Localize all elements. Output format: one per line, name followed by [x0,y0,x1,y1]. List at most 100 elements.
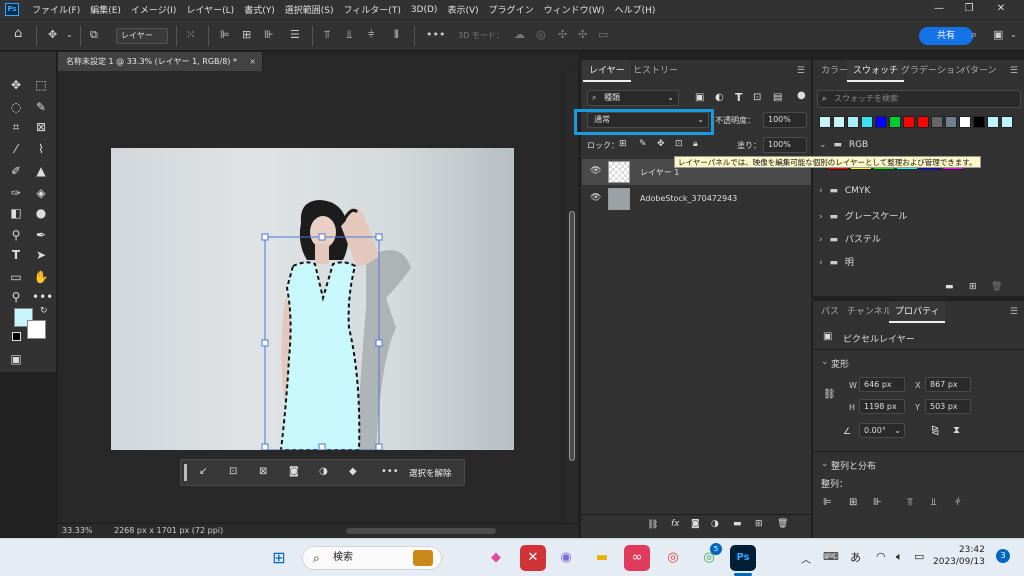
invert-selection-icon[interactable]: ⊠ [259,466,267,477]
menu-help[interactable]: ヘルプ(H) [610,3,661,16]
move-tool-icon[interactable]: ✥ [7,76,25,94]
zoom-level[interactable]: 33.33% [62,526,93,535]
menu-window[interactable]: ウィンドウ(W) [539,3,610,16]
more-tools-icon[interactable]: ••• [32,288,53,306]
lock-all-icon[interactable]: 🔒︎ [693,139,698,149]
eyedropper-tool-icon[interactable]: ⁄ [7,140,25,158]
swatch[interactable] [931,116,943,128]
swatch-group-light[interactable]: › ▬ 明 [819,255,854,268]
dodge-tool-icon[interactable]: ⚲ [7,226,25,244]
lock-artboard-icon[interactable]: ⊡ [675,139,683,149]
deselect-button[interactable]: 選択を解除 [409,467,452,479]
swatch[interactable] [861,116,873,128]
auto-select-icon[interactable]: ⧉ [90,28,98,42]
start-icon[interactable]: ⊞ [266,545,292,571]
search-icon[interactable]: ⌕ [971,28,977,42]
menu-image[interactable]: イメージ(I) [126,3,182,16]
y-field[interactable]: 503 px [925,399,971,414]
healing-brush-tool-icon[interactable]: ⌇ [32,140,50,158]
frame-tool-icon[interactable]: ⊠ [32,118,50,136]
align-center-icon[interactable]: ⊞ [242,28,251,41]
close-icon[interactable]: × [249,52,256,71]
menu-plugins[interactable]: プラグイン [484,3,539,16]
add-mask-icon[interactable]: ◙ [691,519,700,529]
link-icon[interactable]: ⛓ [823,389,836,400]
zoom-tool-icon[interactable]: ⚲ [7,288,25,306]
align-bottom-icon[interactable]: ⫩ [955,497,961,508]
menu-view[interactable]: 表示(V) [442,3,483,16]
share-button[interactable]: 共有 [919,27,973,45]
tab-layers[interactable]: レイヤー [583,60,631,82]
mask-icon[interactable]: ◙ [289,466,299,477]
transform-controls-icon[interactable]: ⁙ [186,28,195,41]
align-bottom-icon[interactable]: ⫩ [368,28,374,42]
select-subject-icon[interactable]: ↙ [199,466,207,477]
swatch[interactable] [973,116,985,128]
more-options-icon[interactable]: ••• [426,28,445,41]
taskbar-search[interactable]: ⌕ 検索 [302,546,442,570]
chevron-down-icon[interactable]: ⌄ [821,459,829,469]
swatch[interactable] [819,116,831,128]
canvas-image[interactable] [111,148,514,450]
new-group-icon[interactable]: ▬ [733,519,742,529]
x-field[interactable]: 867 px [925,377,971,392]
app-icon[interactable]: ◉ [553,545,579,571]
quick-select-tool-icon[interactable]: ✎ [32,98,50,116]
minimize-button[interactable]: — [924,0,954,19]
pen-tool-icon[interactable]: ✒ [32,226,50,244]
swatch[interactable] [875,116,887,128]
swatch[interactable] [945,116,957,128]
chrome-icon[interactable]: ◎ [660,545,686,571]
link-layers-icon[interactable]: ⛓ [647,520,658,530]
swatch-group-pastel[interactable]: › ▬ パステル [819,232,881,245]
notification-center-badge[interactable]: 3 [996,549,1010,563]
adjustment-icon[interactable]: ◑ [319,466,328,477]
align-top-icon[interactable]: ⫪ [324,28,330,42]
eraser-tool-icon[interactable]: ◈ [32,184,50,202]
swatch[interactable] [833,116,845,128]
auto-select-target-dropdown[interactable]: レイヤー [116,28,168,44]
menu-layer[interactable]: レイヤー(L) [181,3,239,16]
chevron-down-icon[interactable]: ⌄ [821,357,829,367]
swatch[interactable] [917,116,929,128]
menu-type[interactable]: 書式(Y) [239,3,280,16]
panel-menu-icon[interactable]: ☰ [1010,66,1018,76]
flip-vertical-icon[interactable]: ⧗ [953,425,960,436]
scrollbar-thumb[interactable] [569,211,575,461]
fx-icon[interactable]: fx [671,519,680,529]
layer-row[interactable]: 👁︎ AdobeStock_370472943 [582,186,811,212]
filter-type-icon[interactable]: T [735,91,743,104]
filter-smart-icon[interactable]: ▤ [773,92,782,103]
swatch[interactable] [903,116,915,128]
swap-colors-icon[interactable]: ↻ [40,306,48,316]
swatch[interactable] [847,116,859,128]
chevron-down-icon[interactable]: ⌄ [1010,30,1017,39]
layer-name[interactable]: AdobeStock_370472943 [640,194,737,203]
align-left-icon[interactable]: ⊫ [823,497,832,508]
lasso-tool-icon[interactable]: ◌ [7,98,25,116]
horizontal-scrollbar[interactable] [346,528,496,534]
filter-pixel-icon[interactable]: ▣ [695,92,704,103]
marquee-tool-icon[interactable]: ⬚ [32,76,50,94]
opacity-field[interactable]: 100% [763,112,807,128]
fill-selection-icon[interactable]: ◆ [349,466,357,477]
volume-icon[interactable]: 🔈︎ [896,550,903,564]
trash-icon[interactable]: 🗑︎ [777,519,788,529]
quick-mask-icon[interactable]: ▣ [7,350,25,368]
lock-position-icon[interactable]: ✥ [657,139,665,149]
swatch-search-input[interactable]: ⌕ スウォッチを検索 [817,90,1021,108]
photoshop-logo-icon[interactable]: Ps [5,3,19,16]
shape-tool-icon[interactable]: ▭ [7,268,25,286]
creative-cloud-icon[interactable]: ∞ [624,545,650,571]
align-middle-icon[interactable]: ⫫ [346,28,352,42]
brush-tool-icon[interactable]: ✐ [7,162,25,180]
gradient-tool-icon[interactable]: ◧ [7,204,25,222]
restore-button[interactable]: ❐ [954,0,984,19]
tab-history[interactable]: ヒストリー [627,60,684,82]
modify-selection-icon[interactable]: ⊡ [229,466,237,477]
menu-filter[interactable]: フィルター(T) [338,3,405,16]
swatch-group-cmyk[interactable]: › ▬ CMYK [819,186,870,196]
filter-adjust-icon[interactable]: ◐ [715,92,724,103]
background-color-swatch[interactable] [27,320,46,339]
blur-tool-icon[interactable]: ● [32,204,50,222]
